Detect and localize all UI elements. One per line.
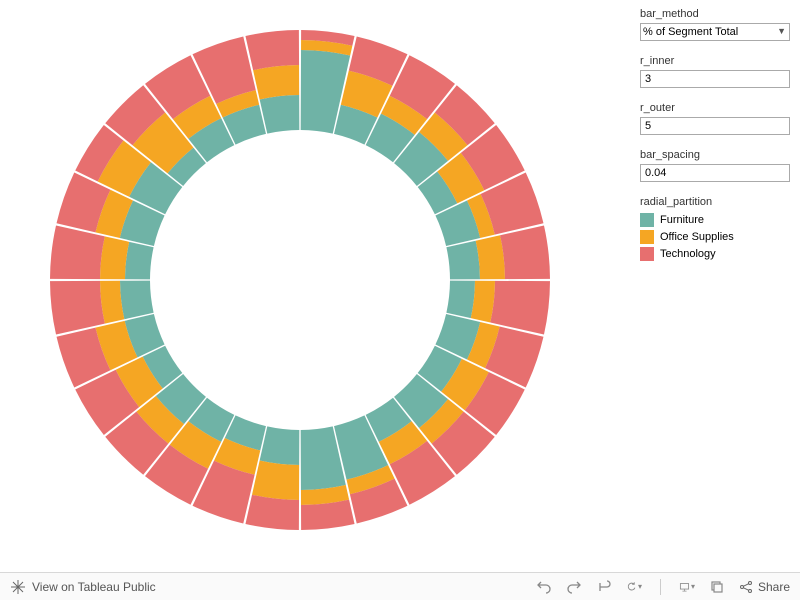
legend-title: radial_partition [640, 196, 790, 208]
radial-segment[interactable] [446, 281, 475, 319]
radial-segment[interactable] [100, 236, 129, 279]
r-inner-input[interactable] [640, 70, 790, 88]
legend-swatch [640, 213, 654, 227]
radial-segment[interactable] [245, 30, 299, 70]
radial-segment[interactable] [260, 95, 300, 134]
toolbar-divider [660, 579, 661, 595]
bar-method-label: bar_method [640, 8, 790, 20]
tableau-toolbar: View on Tableau Public ▾ ▾ Share [0, 572, 800, 600]
radial-segment[interactable] [476, 235, 505, 279]
tableau-logo-icon[interactable] [10, 579, 26, 595]
legend-label: Furniture [660, 214, 704, 226]
radial-segment[interactable] [446, 241, 480, 280]
r-inner-label: r_inner [640, 55, 790, 67]
bar-method-select[interactable] [640, 23, 790, 41]
legend-swatch [640, 230, 654, 244]
chevron-down-icon: ▼ [777, 26, 786, 36]
bar-spacing-label: bar_spacing [640, 149, 790, 161]
undo-icon[interactable] [536, 579, 552, 595]
refresh-icon[interactable]: ▾ [626, 579, 642, 595]
radial-segment[interactable] [253, 65, 299, 99]
radial-segment[interactable] [252, 461, 299, 500]
radial-segment[interactable] [500, 225, 550, 279]
radial-segment[interactable] [50, 281, 105, 335]
radial-segment[interactable] [125, 242, 154, 280]
share-button[interactable]: Share [739, 580, 790, 594]
presentation-icon[interactable]: ▾ [679, 579, 695, 595]
radial-segment[interactable] [245, 495, 299, 530]
legend: radial_partition Furniture Office Supplie… [640, 196, 790, 261]
radial-segment[interactable] [50, 225, 105, 279]
revert-icon[interactable] [596, 579, 612, 595]
legend-item[interactable]: Office Supplies [640, 230, 790, 244]
legend-item[interactable]: Furniture [640, 213, 790, 227]
redo-icon[interactable] [566, 579, 582, 595]
radial-segment[interactable] [120, 281, 154, 320]
legend-item[interactable]: Technology [640, 247, 790, 261]
legend-label: Technology [660, 248, 716, 260]
radial-chart [0, 0, 640, 560]
legend-swatch [640, 247, 654, 261]
share-label: Share [758, 580, 790, 594]
controls-panel: bar_method ▼ r_inner r_outer bar_spacing… [640, 0, 800, 560]
bar-spacing-input[interactable] [640, 164, 790, 182]
legend-label: Office Supplies [660, 231, 734, 243]
download-icon[interactable] [709, 579, 725, 595]
radial-segment[interactable] [260, 426, 300, 465]
r-outer-label: r_outer [640, 102, 790, 114]
r-outer-input[interactable] [640, 117, 790, 135]
view-on-tableau-link[interactable]: View on Tableau Public [32, 580, 156, 594]
